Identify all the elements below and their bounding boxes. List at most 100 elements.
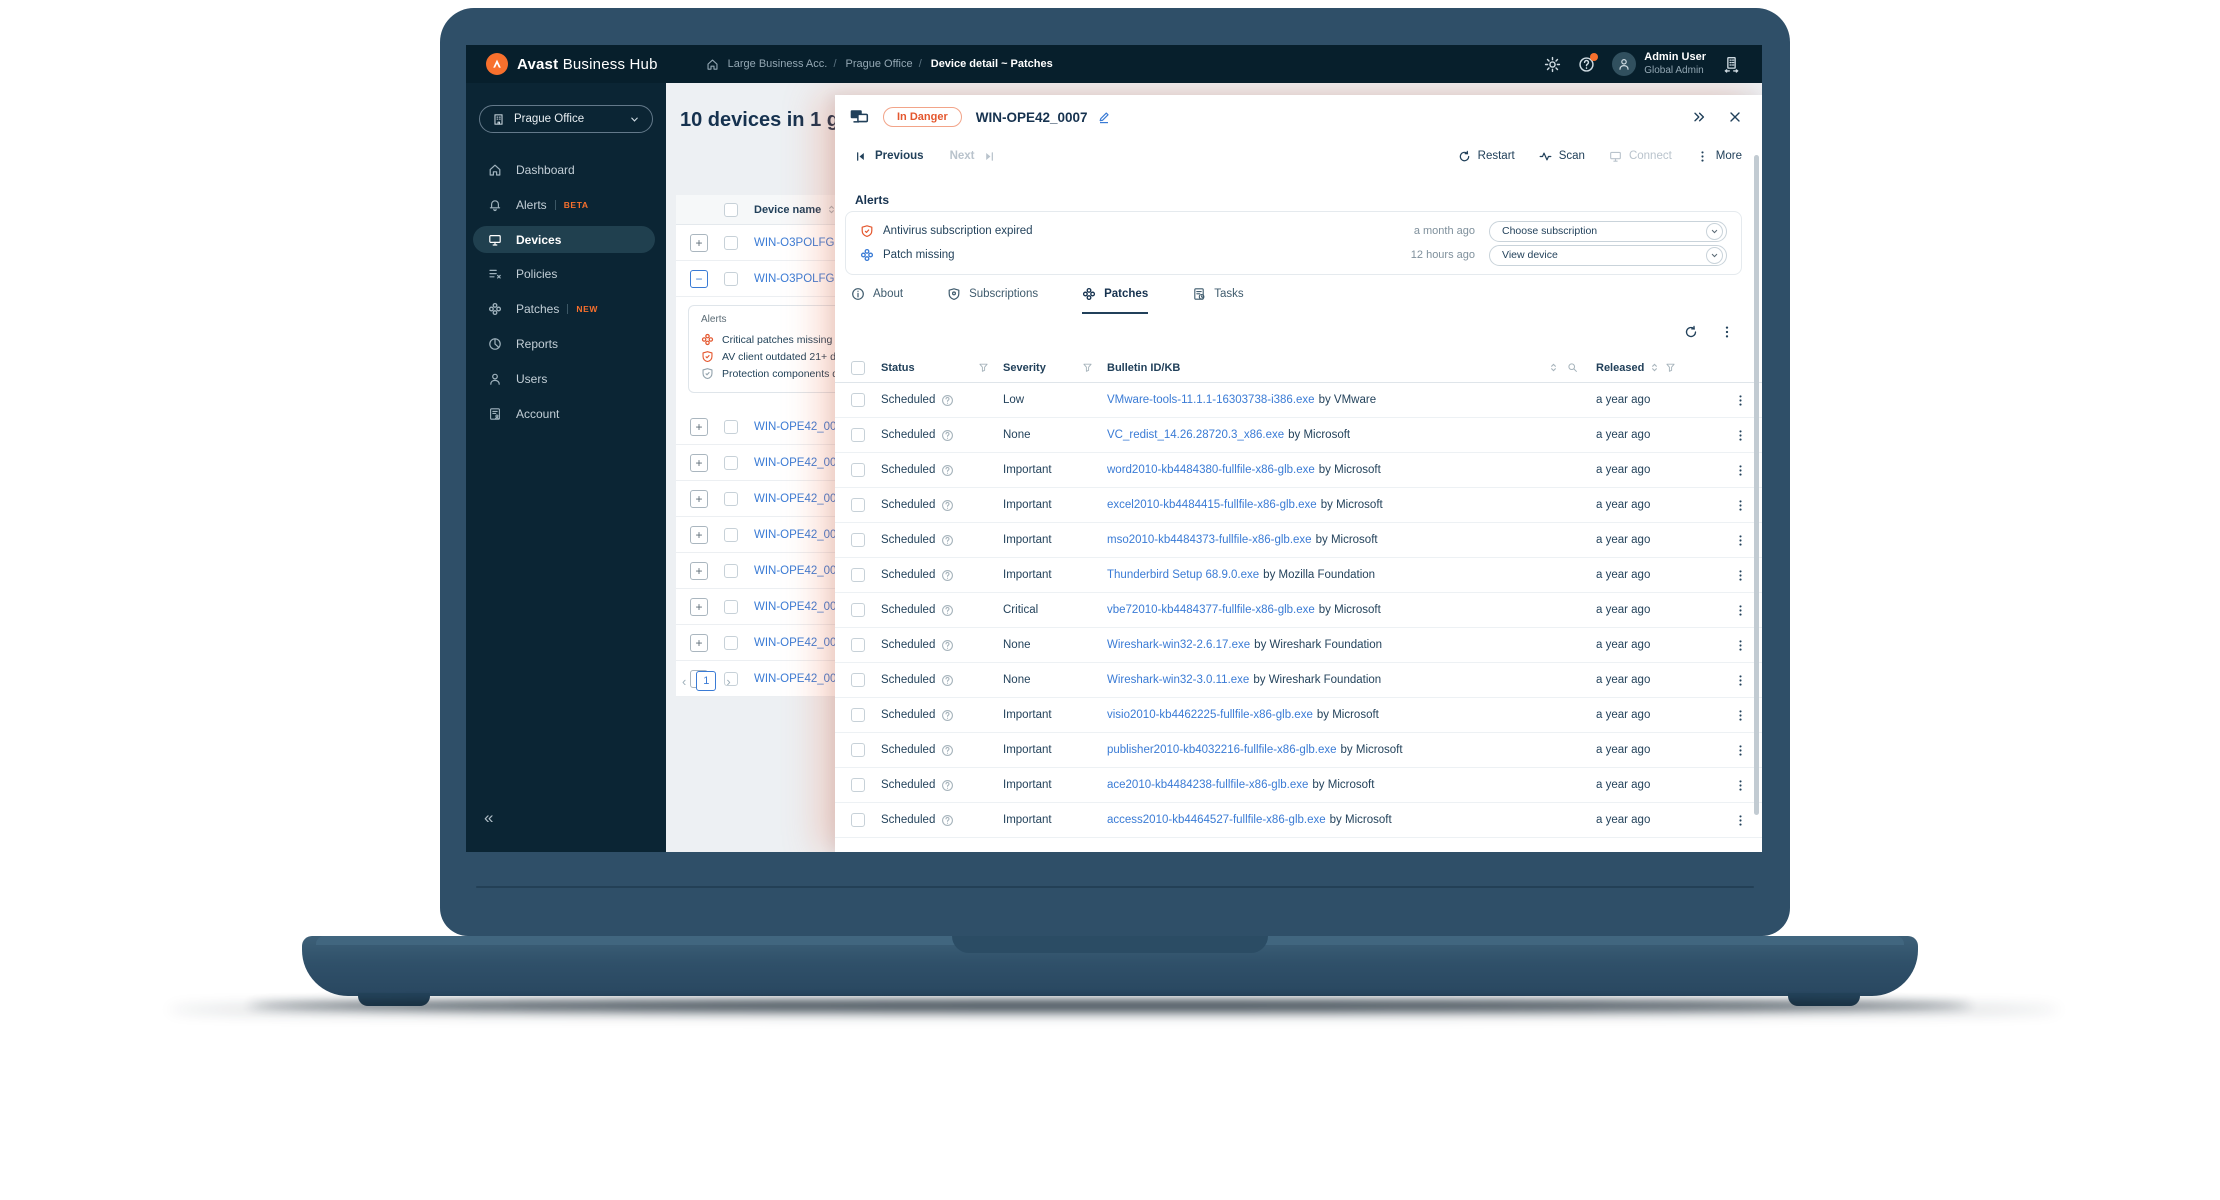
action-button[interactable]: More [1696, 150, 1742, 163]
gear-icon[interactable] [1544, 56, 1561, 73]
sidebar-collapse-button[interactable]: « [484, 808, 493, 828]
device-name-column-header[interactable]: Device name [754, 204, 837, 216]
help-icon[interactable] [941, 429, 954, 442]
kebab-menu-icon[interactable] [1734, 534, 1747, 547]
device-name-link[interactable]: WIN-OPE42_000 [754, 421, 843, 433]
kebab-menu-icon[interactable] [1734, 814, 1747, 827]
breadcrumb-item[interactable]: Large Business Acc. [728, 58, 828, 70]
expand-row-button[interactable]: +− [690, 561, 708, 580]
kebab-menu-icon[interactable] [1734, 394, 1747, 407]
device-name-link[interactable]: WIN-OPE42_000 [754, 457, 843, 469]
tab[interactable]: Tasks [1192, 287, 1244, 314]
kebab-menu-icon[interactable] [1734, 499, 1747, 512]
refresh-icon[interactable] [1684, 325, 1698, 339]
action-button[interactable]: Scan [1539, 150, 1585, 163]
filter-icon[interactable] [1082, 362, 1093, 373]
bulletin-link[interactable]: Wireshark-win32-2.6.17.exe [1107, 639, 1250, 651]
device-name-link[interactable]: WIN-OPE42_000 [754, 601, 843, 613]
help-icon[interactable] [941, 534, 954, 547]
company-switch-icon[interactable] [1723, 56, 1740, 73]
sidebar-item[interactable]: Alerts BETA [466, 192, 666, 218]
user-menu[interactable]: Admin User Global Admin [1612, 51, 1706, 77]
help-icon[interactable] [941, 674, 954, 687]
row-checkbox[interactable] [724, 455, 738, 470]
device-name-link[interactable]: WIN-O3POLFGIF [754, 237, 845, 249]
sort-icon[interactable] [1649, 362, 1660, 373]
select-all-checkbox[interactable] [851, 360, 865, 375]
device-name-link[interactable]: WIN-OPE42_000 [754, 493, 843, 505]
help-icon[interactable] [1578, 52, 1599, 73]
next-page-button[interactable]: › [726, 674, 730, 689]
help-icon[interactable] [941, 569, 954, 582]
kebab-menu-icon[interactable] [1734, 674, 1747, 687]
help-icon[interactable] [941, 464, 954, 477]
kebab-menu-icon[interactable] [1734, 604, 1747, 617]
kebab-menu-icon[interactable] [1734, 464, 1747, 477]
edit-name-icon[interactable] [1097, 110, 1111, 124]
sidebar-item[interactable]: Patches NEW [466, 296, 666, 322]
bulletin-link[interactable]: word2010-kb4484380-fullfile-x86-glb.exe [1107, 464, 1315, 476]
bulletin-column-header[interactable]: Bulletin ID/KB [1107, 362, 1596, 374]
filter-icon[interactable] [1665, 362, 1676, 373]
device-name-link[interactable]: WIN-O3POLFGIZ [754, 273, 845, 285]
row-checkbox[interactable] [851, 778, 865, 792]
kebab-menu-icon[interactable] [1734, 744, 1747, 757]
org-selector[interactable]: Prague Office [479, 105, 653, 133]
help-icon[interactable] [941, 744, 954, 757]
help-icon[interactable] [941, 779, 954, 792]
expand-row-button[interactable]: +− [690, 489, 708, 508]
expand-row-button[interactable]: +− [690, 597, 708, 616]
scrollbar[interactable] [1754, 155, 1759, 815]
help-icon[interactable] [941, 639, 954, 652]
expand-row-button[interactable]: +− [690, 233, 708, 252]
row-checkbox[interactable] [851, 498, 865, 512]
row-checkbox[interactable] [724, 635, 738, 650]
help-icon[interactable] [941, 814, 954, 827]
sidebar-item[interactable]: Policies [466, 261, 666, 287]
kebab-menu-icon[interactable] [1734, 429, 1747, 442]
bulletin-link[interactable]: access2010-kb4464527-fullfile-x86-glb.ex… [1107, 814, 1326, 826]
bulletin-link[interactable]: VMware-tools-11.1.1-16303738-i386.exe [1107, 394, 1315, 406]
bulletin-link[interactable]: mso2010-kb4484373-fullfile-x86-glb.exe [1107, 534, 1312, 546]
row-checkbox[interactable] [851, 708, 865, 722]
sidebar-item[interactable]: Devices [473, 226, 655, 253]
device-name-link[interactable]: WIN-OPE42_000 [754, 565, 843, 577]
row-checkbox[interactable] [724, 419, 738, 434]
bulletin-link[interactable]: VC_redist_14.26.28720.3_x86.exe [1107, 429, 1284, 441]
row-checkbox[interactable] [851, 673, 865, 687]
row-checkbox[interactable] [851, 533, 865, 547]
row-checkbox[interactable] [851, 743, 865, 757]
bulletin-link[interactable]: ace2010-kb4484238-fullfile-x86-glb.exe [1107, 779, 1308, 791]
sidebar-item[interactable]: Users [466, 366, 666, 392]
bulletin-link[interactable]: Thunderbird Setup 68.9.0.exe [1107, 569, 1259, 581]
row-checkbox[interactable] [724, 235, 738, 250]
tab[interactable]: Patches [1082, 287, 1149, 314]
help-icon[interactable] [941, 709, 954, 722]
bulletin-link[interactable]: Wireshark-win32-3.0.11.exe [1107, 674, 1249, 686]
row-checkbox[interactable] [724, 599, 738, 614]
kebab-menu-icon[interactable] [1734, 779, 1747, 792]
row-checkbox[interactable] [851, 638, 865, 652]
help-icon[interactable] [941, 499, 954, 512]
row-checkbox[interactable] [851, 428, 865, 442]
device-name-link[interactable]: WIN-OPE42_000 [754, 529, 843, 541]
row-checkbox[interactable] [724, 563, 738, 578]
expand-row-button[interactable]: +− [690, 269, 708, 288]
select-all-checkbox[interactable] [724, 202, 738, 217]
kebab-menu-icon[interactable] [1720, 325, 1734, 339]
expand-row-button[interactable]: +− [690, 417, 708, 436]
page-number[interactable]: 1 [696, 671, 717, 691]
sort-icon[interactable] [1548, 362, 1559, 373]
kebab-menu-icon[interactable] [1734, 639, 1747, 652]
tab[interactable]: About [851, 287, 903, 314]
row-checkbox[interactable] [724, 491, 738, 506]
next-device-button[interactable]: Next [950, 150, 995, 162]
home-icon[interactable] [706, 58, 719, 71]
status-column-header[interactable]: Status [881, 362, 1003, 374]
row-checkbox[interactable] [724, 527, 738, 542]
sidebar-item[interactable]: Dashboard [466, 157, 666, 183]
action-button[interactable]: Connect [1609, 150, 1672, 163]
expand-row-button[interactable]: +− [690, 525, 708, 544]
row-checkbox[interactable] [724, 271, 738, 286]
previous-device-button[interactable]: Previous [855, 150, 924, 162]
